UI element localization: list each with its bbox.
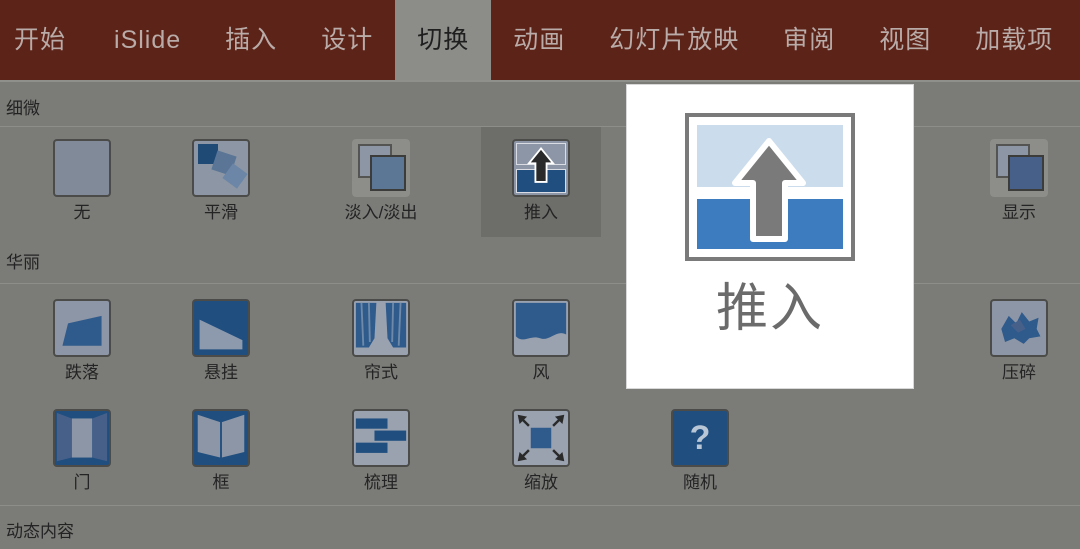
tab-label: 设计: [321, 25, 374, 54]
gallery-row-subtle: 无 平滑 淡入/淡出 推入 显示: [0, 127, 1080, 237]
transition-item-wind[interactable]: 风: [481, 287, 601, 397]
random-icon: ?: [671, 409, 729, 467]
transition-item-push[interactable]: 推入: [481, 127, 601, 237]
transition-label: 压碎: [1002, 363, 1036, 382]
tab-label: 审阅: [783, 25, 836, 54]
section-header-dynamic: 动态内容: [0, 510, 1080, 549]
fade-icon: [352, 139, 410, 197]
gallery-row-exciting-1: 跌落 悬挂 帘式 风 压碎: [0, 287, 1080, 397]
transition-label: 框: [212, 473, 230, 492]
drape-icon: [192, 299, 250, 357]
zoom-icon: [512, 409, 570, 467]
tab-label: 动画: [513, 25, 566, 54]
transition-label: 悬挂: [204, 363, 238, 382]
transition-item-zoom[interactable]: 缩放: [481, 397, 601, 507]
curtains-icon: [352, 299, 410, 357]
tab-islide[interactable]: iSlide: [92, 0, 203, 80]
transition-item-fade[interactable]: 淡入/淡出: [321, 127, 441, 237]
tab-slideshow[interactable]: 幻灯片放映: [587, 0, 761, 80]
tab-animations[interactable]: 动画: [491, 0, 587, 80]
section-rule-2: [0, 283, 1080, 284]
transition-label: 显示: [1002, 203, 1036, 222]
transition-label: 帘式: [364, 363, 398, 382]
transition-label: 推入: [524, 203, 558, 222]
section-title: 细微: [6, 98, 40, 118]
tab-label: 插入: [225, 25, 278, 54]
tab-label: iSlide: [114, 25, 182, 54]
tab-label: 视图: [879, 25, 932, 54]
none-icon: [53, 139, 111, 197]
section-header-exciting: 华丽: [0, 243, 1080, 277]
wind-icon: [512, 299, 570, 357]
transition-label: 缩放: [524, 473, 558, 492]
tab-home[interactable]: 开始: [0, 0, 92, 80]
reveal-icon: [990, 139, 1048, 197]
ribbon-tab-bar: 开始 iSlide 插入 设计 切换 动画 幻灯片放映 审阅 视图 加载项: [0, 0, 1080, 80]
transition-label: 跌落: [65, 363, 99, 382]
push-transition-large-icon: [685, 113, 855, 261]
section-title: 动态内容: [6, 522, 74, 541]
tab-label: 加载项: [975, 25, 1054, 54]
transition-item-comb[interactable]: 梳理: [321, 397, 441, 507]
section-rule-3: [0, 505, 1080, 506]
section-header-subtle: 细微: [0, 86, 1080, 126]
tab-label: 开始: [14, 25, 67, 54]
window-icon: [192, 409, 250, 467]
arrow-up-large-icon: [732, 138, 806, 242]
tab-insert[interactable]: 插入: [203, 0, 299, 80]
question-mark-icon: ?: [689, 419, 711, 457]
transition-label: 平滑: [204, 203, 238, 222]
transition-item-none[interactable]: 无: [22, 127, 142, 237]
tab-design[interactable]: 设计: [299, 0, 395, 80]
transition-item-window[interactable]: 框: [161, 397, 281, 507]
transition-item-drape[interactable]: 悬挂: [161, 287, 281, 397]
crush-icon: [990, 299, 1048, 357]
powerpoint-transitions-ribbon: 开始 iSlide 插入 设计 切换 动画 幻灯片放映 审阅 视图 加载项 细微…: [0, 0, 1080, 549]
tab-transitions[interactable]: 切换: [395, 0, 492, 80]
push-icon: [512, 139, 570, 197]
preview-label: 推入: [715, 280, 824, 338]
transition-label: 淡入/淡出: [344, 203, 418, 222]
tab-view[interactable]: 视图: [857, 0, 953, 80]
gallery-top-rule: [0, 80, 1080, 82]
fall-over-icon: [53, 299, 111, 357]
doors-icon: [53, 409, 111, 467]
transition-label: 门: [73, 473, 91, 492]
transition-item-morph[interactable]: 平滑: [161, 127, 281, 237]
transition-label: 随机: [683, 473, 717, 492]
transition-item-random[interactable]: ? 随机: [640, 397, 760, 507]
gallery-row-exciting-2: 门 框 梳理 缩放 ? 随机: [0, 397, 1080, 507]
arrow-up-icon: [526, 146, 556, 183]
tab-review[interactable]: 审阅: [761, 0, 857, 80]
comb-icon: [352, 409, 410, 467]
transition-label: 梳理: [364, 473, 398, 492]
transition-item-reveal[interactable]: 显示: [959, 127, 1079, 237]
tab-addins[interactable]: 加载项: [953, 0, 1075, 80]
transition-item-fall-over[interactable]: 跌落: [22, 287, 142, 397]
tab-label: 切换: [417, 25, 470, 54]
transition-label: 风: [532, 363, 550, 382]
transition-label: 无: [73, 203, 91, 222]
transition-item-crush[interactable]: 压碎: [959, 287, 1079, 397]
section-title: 华丽: [6, 252, 40, 272]
transition-item-curtains[interactable]: 帘式: [321, 287, 441, 397]
transition-item-doors[interactable]: 门: [22, 397, 142, 507]
tab-label: 幻灯片放映: [609, 25, 740, 54]
morph-icon: [192, 139, 250, 197]
magnified-preview-overlay: 推入: [627, 85, 913, 388]
transition-gallery: 细微 无 平滑 淡入/淡出 推入 显示 华丽 跌落 悬挂 帘式 风 压碎 门 框…: [0, 80, 1080, 549]
